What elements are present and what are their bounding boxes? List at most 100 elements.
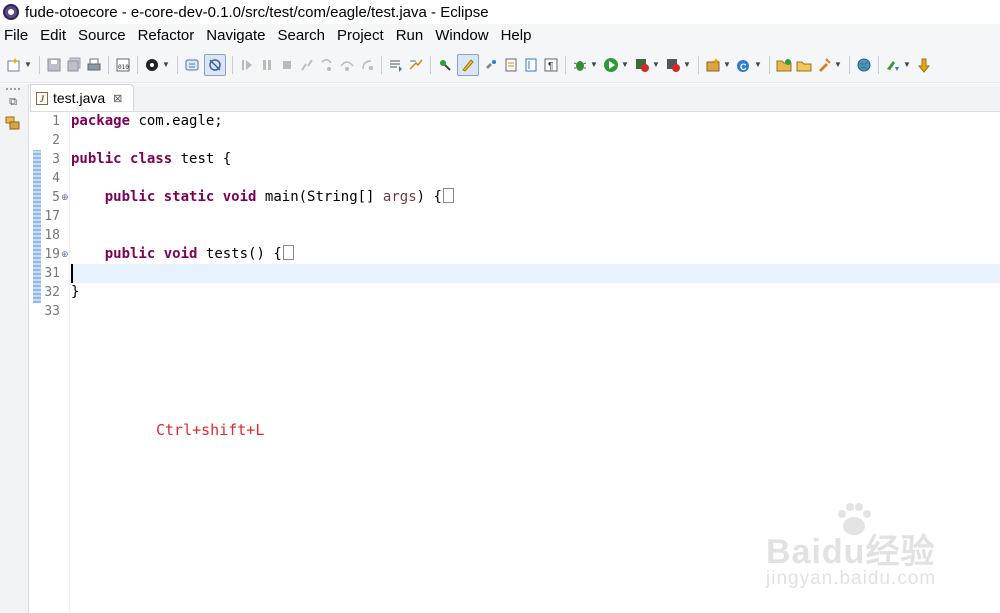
use-step-filters-icon[interactable] — [408, 57, 424, 73]
line-number: 5 — [52, 190, 60, 205]
current-line-highlight[interactable] — [71, 264, 1000, 283]
menu-search[interactable]: Search — [271, 27, 331, 44]
run-dropdown-icon[interactable]: ▼ — [621, 57, 629, 73]
expand-fold-icon[interactable]: ⊕ — [61, 245, 69, 264]
package-explorer-icon[interactable] — [5, 116, 21, 130]
coverage-icon[interactable] — [634, 57, 650, 73]
trim-bar-grip[interactable] — [6, 88, 20, 92]
main-toolbar: ▼ 010 ▼ ¶ ▼ ▼ ▼ ▼ ▼ C ▼ ▼ ▼ — [0, 47, 1000, 83]
new-class-icon[interactable]: C — [736, 57, 752, 73]
parameter-name: args — [382, 189, 417, 205]
code-line-tests-method[interactable]: public void tests() { — [71, 245, 1000, 264]
menu-run[interactable]: Run — [390, 27, 430, 44]
step-return-icon[interactable] — [359, 57, 375, 73]
line-number: 19 — [44, 247, 60, 262]
code-line-closing-brace[interactable]: } — [71, 283, 1000, 302]
toolbar-divider — [177, 55, 178, 74]
print-icon[interactable] — [86, 57, 102, 73]
close-icon[interactable]: ⊠ — [113, 92, 122, 105]
keyword: void — [222, 189, 257, 205]
toolbar-divider — [381, 55, 382, 74]
binary-icon[interactable]: 010 — [115, 57, 131, 73]
menu-file[interactable]: File — [0, 27, 34, 44]
next-annotation-icon[interactable] — [885, 57, 901, 73]
profile-dropdown-icon[interactable]: ▼ — [162, 57, 170, 73]
svg-text:010: 010 — [118, 64, 129, 71]
folded-code-icon[interactable] — [282, 245, 294, 260]
toolbar-divider — [849, 55, 850, 74]
line-number: 1 — [52, 114, 60, 129]
folded-code-icon[interactable] — [442, 188, 454, 203]
coverage-dropdown-icon[interactable]: ▼ — [652, 57, 660, 73]
step-into-icon[interactable] — [319, 57, 335, 73]
save-icon[interactable] — [46, 57, 62, 73]
run-icon[interactable] — [603, 57, 619, 73]
terminate-icon[interactable] — [279, 57, 295, 73]
profile-icon[interactable] — [144, 57, 160, 73]
line-number: 17 — [44, 209, 60, 224]
restore-icon[interactable]: ⧉ — [5, 96, 21, 110]
line-number: 18 — [44, 228, 60, 243]
menu-project[interactable]: Project — [331, 27, 390, 44]
menu-source[interactable]: Source — [72, 27, 132, 44]
open-type-icon[interactable] — [437, 57, 453, 73]
shortcut-annotation: Ctrl+shift+L — [156, 421, 265, 439]
skip-breakpoints-icon[interactable] — [204, 53, 226, 76]
method-signature: tests() { — [205, 246, 282, 262]
code-line-class[interactable]: public class test { — [71, 150, 1000, 169]
next-annotation-dropdown-icon[interactable]: ▼ — [903, 57, 911, 73]
menu-edit[interactable]: Edit — [34, 27, 72, 44]
open-folder-icon[interactable] — [776, 57, 792, 73]
new-java-project-icon[interactable] — [705, 57, 721, 73]
new-class-dropdown-icon[interactable]: ▼ — [754, 57, 762, 73]
open-file-icon[interactable] — [796, 57, 812, 73]
external-tools-icon[interactable] — [665, 57, 681, 73]
left-trim-bar: ⧉ — [0, 84, 29, 613]
menu-window[interactable]: Window — [429, 27, 494, 44]
toggle-mark-occurrences-icon[interactable] — [457, 53, 479, 76]
toolbar-divider — [39, 55, 40, 74]
code-line-package[interactable]: package com.eagle; — [71, 112, 1000, 131]
menu-refactor[interactable]: Refactor — [132, 27, 201, 44]
menu-help[interactable]: Help — [495, 27, 538, 44]
publish-icon[interactable] — [816, 57, 832, 73]
publish-dropdown-icon[interactable]: ▼ — [834, 57, 842, 73]
new-icon[interactable] — [6, 57, 22, 73]
task-icon[interactable] — [184, 57, 200, 73]
watermark-brand: Baidu经验 — [766, 533, 936, 571]
suspend-icon[interactable] — [259, 57, 275, 73]
code-line-main-method[interactable]: public static void main(String[] args) { — [71, 188, 1000, 207]
prev-annotation-icon[interactable] — [916, 57, 932, 73]
closing-brace: } — [71, 284, 80, 300]
watermark-url: jingyan.baidu.com — [766, 568, 937, 589]
disconnect-icon[interactable] — [299, 57, 315, 73]
new-dropdown-icon[interactable]: ▼ — [24, 57, 32, 73]
keyword: static — [163, 189, 215, 205]
toggle-block-selection-icon[interactable] — [483, 57, 499, 73]
menu-navigate[interactable]: Navigate — [200, 27, 271, 44]
save-all-icon[interactable] — [66, 57, 82, 73]
package-name: com.eagle; — [138, 113, 223, 129]
keyword: class — [130, 151, 173, 167]
block-icon[interactable] — [523, 57, 539, 73]
expand-fold-icon[interactable]: ⊕ — [61, 188, 69, 207]
debug-dropdown-icon[interactable]: ▼ — [590, 57, 598, 73]
pilcrow-icon[interactable]: ¶ — [543, 57, 559, 73]
svg-text:¶: ¶ — [548, 61, 553, 72]
step-over-icon[interactable] — [339, 57, 355, 73]
tab-test-java[interactable]: J test.java ⊠ — [30, 84, 134, 111]
keyword: void — [163, 246, 198, 262]
toolbar-divider — [137, 55, 138, 74]
resume-icon[interactable] — [239, 57, 255, 73]
drop-to-frame-icon[interactable] — [388, 57, 404, 73]
toolbar-divider — [878, 55, 879, 74]
line-number: 31 — [44, 266, 60, 281]
text-caret — [71, 264, 73, 283]
globe-icon[interactable] — [856, 57, 872, 73]
line-number-ruler: 1 2 3 4 5 ⊕ 17 18 19 ⊕ 31 32 33 — [42, 111, 70, 613]
show-whitespace-icon[interactable] — [503, 57, 519, 73]
change-ruler-marker — [33, 150, 41, 303]
debug-icon[interactable] — [572, 57, 588, 73]
new-java-project-dropdown-icon[interactable]: ▼ — [723, 57, 731, 73]
external-tools-dropdown-icon[interactable]: ▼ — [683, 57, 691, 73]
